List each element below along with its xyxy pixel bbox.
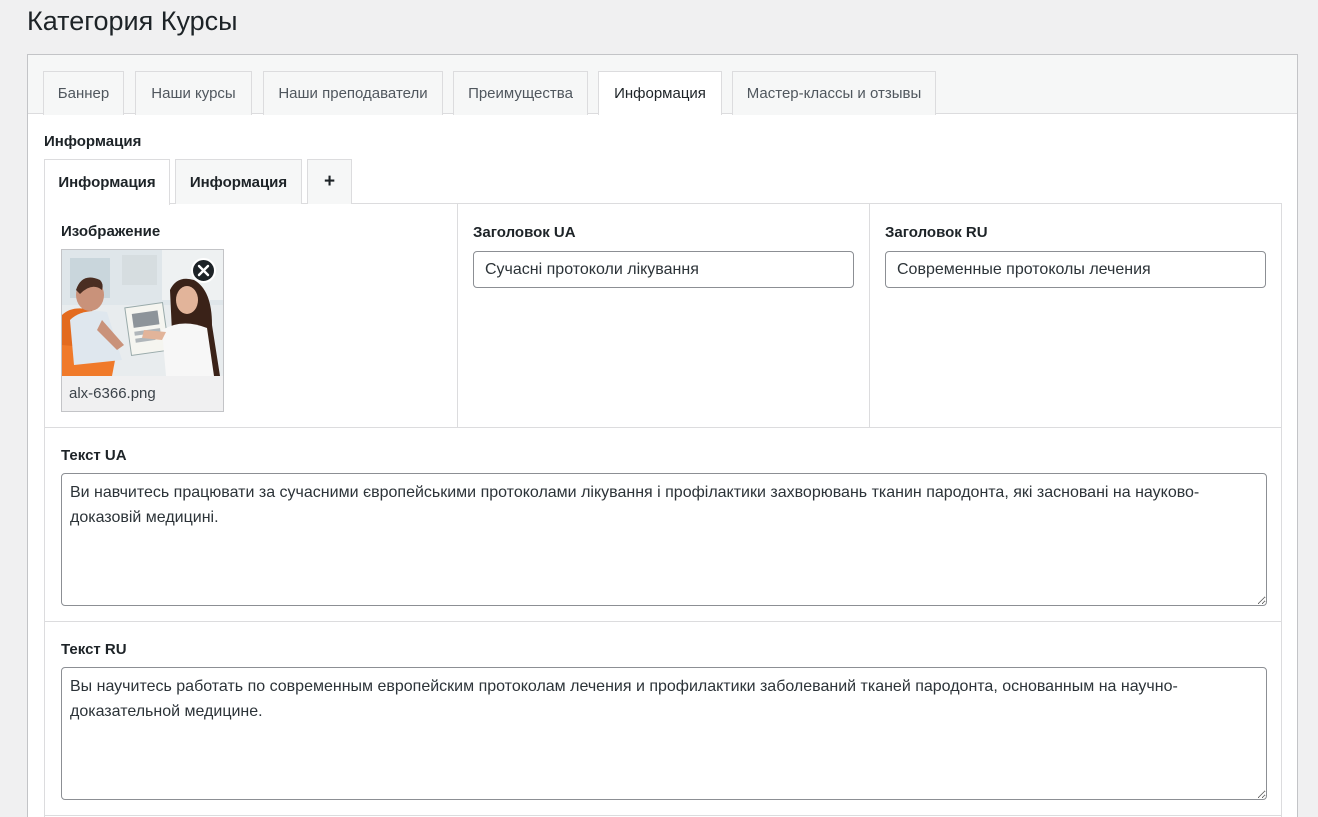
section-heading: Информация	[44, 133, 142, 150]
text-ua-textarea[interactable]: Ви навчитесь працювати за сучасними євро…	[61, 473, 1267, 606]
text-ru-label: Текст RU	[61, 641, 127, 658]
title-ua-field: Заголовок UA	[458, 204, 870, 428]
title-ua-input[interactable]	[473, 251, 854, 288]
subtab-information-1[interactable]: Информация	[44, 159, 170, 205]
page-title: Категория Курсы	[27, 6, 238, 36]
add-subtab-button[interactable]: +	[307, 159, 352, 204]
fields-grid: Изображение alx-6366.png Заголовок UA Су…	[44, 204, 1282, 817]
text-ua-field: Текст UA Ви навчитесь працювати за сучас…	[45, 428, 1281, 622]
tab-banner[interactable]: Баннер	[43, 71, 124, 115]
title-ua-label: Заголовок UA	[473, 224, 576, 241]
main-tabbar: Баннер Наши курсы Наши преподаватели Пре…	[28, 55, 1297, 115]
title-ru-label: Заголовок RU	[885, 224, 988, 241]
tab-information[interactable]: Информация	[598, 71, 722, 115]
subtab-information-2[interactable]: Информация	[175, 159, 302, 204]
tab-our-teachers[interactable]: Наши преподаватели	[263, 71, 443, 115]
tab-masterclasses-reviews[interactable]: Мастер-классы и отзывы	[732, 71, 936, 115]
sub-tabbar: Информация Информация +	[44, 159, 1282, 205]
title-ru-field: Заголовок RU	[870, 204, 1281, 428]
image-label: Изображение	[61, 223, 161, 240]
text-ru-textarea[interactable]: Вы научитесь работать по современным евр…	[61, 667, 1267, 800]
image-preview[interactable]: alx-6366.png	[61, 249, 224, 412]
remove-image-button[interactable]	[191, 258, 216, 283]
tab-advantages[interactable]: Преимущества	[453, 71, 588, 115]
close-icon	[197, 264, 210, 277]
tab-our-courses[interactable]: Наши курсы	[135, 71, 252, 115]
text-ru-field: Текст RU Вы научитесь работать по соврем…	[45, 622, 1281, 816]
settings-panel: Баннер Наши курсы Наши преподаватели Пре…	[27, 54, 1298, 817]
image-field: Изображение alx-6366.png	[45, 204, 458, 428]
text-ua-label: Текст UA	[61, 447, 127, 464]
image-filename: alx-6366.png	[69, 385, 156, 402]
title-ru-input[interactable]	[885, 251, 1266, 288]
